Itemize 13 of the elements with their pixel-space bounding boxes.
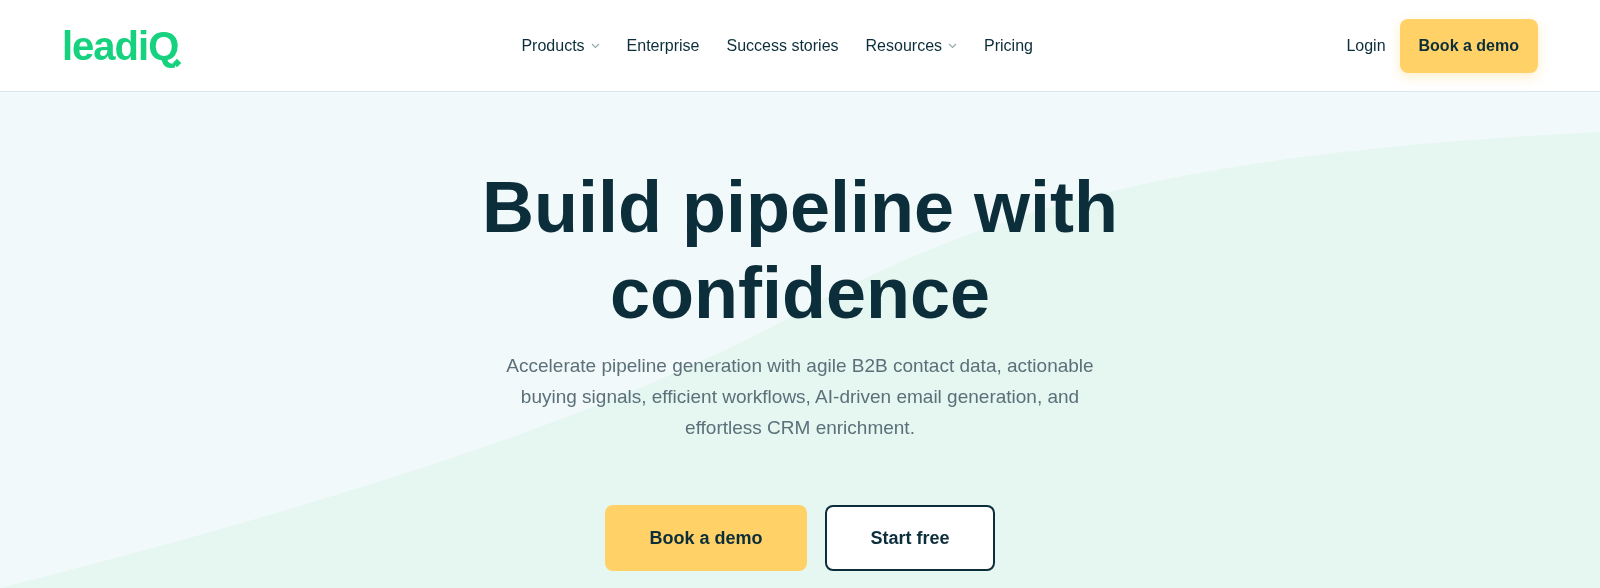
- nav-link[interactable]: Products: [521, 33, 600, 58]
- nav-link[interactable]: Pricing: [984, 33, 1033, 58]
- nav-link[interactable]: Success stories: [726, 33, 839, 58]
- hero-heading: Build pipeline with confidence: [481, 166, 1119, 335]
- hero-subheading: Accelerate pipeline generation with agile B2B contact data, actionable buying signals, efficient workflows, AI-driven email generation, and effortless CRM enrichment.: [505, 354, 1095, 440]
- book-demo-button[interactable]: Book a demo: [605, 505, 807, 571]
- nav-link[interactable]: Enterprise: [626, 33, 700, 58]
- book-demo-button[interactable]: Book a demo: [1399, 18, 1538, 73]
- chevron-down-icon: [590, 42, 600, 49]
- login-link[interactable]: Login: [1346, 33, 1386, 58]
- start-free-button[interactable]: Start free: [825, 505, 995, 571]
- nav-link[interactable]: Resources: [865, 33, 958, 58]
- chevron-down-icon: [948, 42, 958, 49]
